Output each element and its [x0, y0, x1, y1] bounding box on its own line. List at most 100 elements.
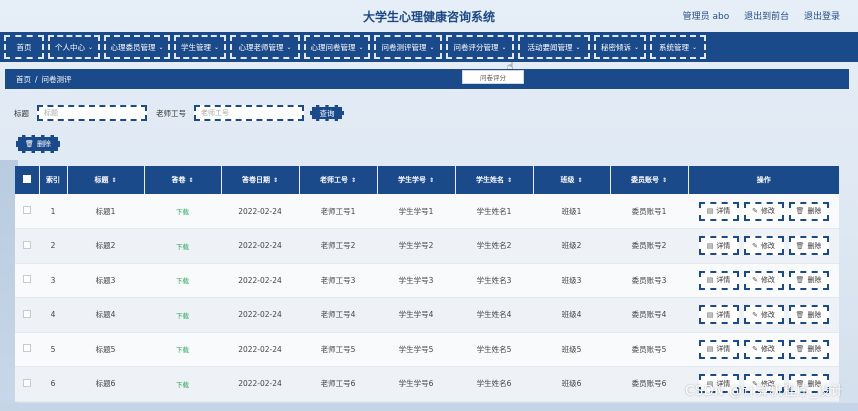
edit-button[interactable]: ✎ 修改 [743, 305, 784, 325]
sort-icon[interactable]: ⇕ [507, 177, 512, 184]
filter-bar: 标题 标题 老师工号 老师工号 查询 [14, 104, 344, 122]
delete-label: 删除 [807, 310, 822, 319]
select-all-checkbox[interactable] [15, 166, 40, 194]
download-link[interactable]: 下载 [176, 312, 189, 320]
row-checkbox[interactable] [23, 275, 31, 284]
delete-label: 删除 [807, 345, 822, 354]
row-checkbox-cell[interactable] [15, 366, 39, 402]
row-checkbox[interactable] [23, 206, 31, 214]
nav-item-profile[interactable]: 个人中心 ⌄ [48, 35, 100, 59]
edit-button[interactable]: ✎ 修改 [743, 201, 784, 221]
edit-button[interactable]: ✎ 修改 [743, 236, 784, 256]
sort-icon[interactable]: ⇕ [273, 177, 278, 184]
detail-button[interactable]: ▤ 详情 [698, 339, 739, 359]
col-label: 学生学号 [397, 176, 426, 184]
cell-actions: ▤ 详情 ✎ 修改 🗑 删除 [688, 263, 839, 298]
delete-button[interactable]: 🗑 删除 [788, 270, 829, 290]
detail-button[interactable]: ▤ 详情 [698, 305, 739, 325]
download-link[interactable]: 下载 [176, 277, 189, 285]
pencil-icon: ✎ [752, 310, 758, 319]
pencil-icon: ✎ [752, 276, 758, 285]
row-checkbox[interactable] [23, 344, 31, 353]
cell-answer: 下载 [144, 332, 221, 367]
row-actions: ▤ 详情 ✎ 修改 🗑 删除 [688, 201, 839, 221]
col-teacher[interactable]: 老师工号 ⇕ [299, 166, 378, 194]
nav-item-teachers[interactable]: 心理老师管理 ⌄ [230, 35, 300, 59]
title-search-input[interactable]: 标题 [37, 105, 147, 121]
col-class[interactable]: 班级 ⇕ [533, 166, 611, 194]
row-checkbox[interactable] [23, 378, 31, 387]
sort-icon[interactable]: ⇕ [577, 177, 582, 184]
edit-label: 修改 [760, 207, 775, 215]
document-icon: ▤ [706, 276, 714, 285]
checkbox[interactable] [22, 175, 31, 183]
sort-icon[interactable]: ⇕ [351, 177, 356, 184]
row-checkbox-cell[interactable] [15, 297, 39, 333]
main-nav: 首页 个人中心 ⌄ 心理委员管理 ⌄ 学生管理 ⌄ 心理老师管理 ⌄ 心理问卷管理 ⌄ 问… [0, 32, 858, 62]
delete-label: 删除 [807, 207, 822, 215]
back-to-front-link[interactable]: 退出到前台 [744, 12, 789, 22]
edit-button[interactable]: ✎ 修改 [743, 339, 784, 359]
nav-item-assessments[interactable]: 问卷测评管理 ⌄ [374, 35, 442, 59]
cell-index: 2 [39, 228, 67, 264]
col-student-id[interactable]: 学生学号 ⇕ [377, 166, 456, 194]
pencil-icon: ✎ [752, 345, 758, 354]
data-table: 索引 标题 ⇕ 答卷 ⇕ 答卷日期 ⇕ 老师工号 ⇕ 学生学号 ⇕ 学生姓名 ⇕ 班级 ⇕ 委… [15, 166, 839, 402]
row-checkbox-cell[interactable] [15, 332, 39, 367]
row-checkbox-cell[interactable] [15, 194, 39, 229]
nav-item-students[interactable]: 学生管理 ⌄ [174, 35, 226, 59]
download-link[interactable]: 下载 [176, 208, 189, 216]
detail-label: 详情 [716, 241, 731, 250]
nav-item-committee[interactable]: 心理委员管理 ⌄ [104, 35, 170, 59]
sort-icon[interactable]: ⇕ [429, 177, 434, 184]
delete-button[interactable]: 🗑 删除 [788, 236, 829, 256]
download-link[interactable]: 下载 [176, 243, 189, 251]
nav-item-scoring[interactable]: 问卷评分管理 ⌄ [446, 35, 514, 59]
cell-teacher: 老师工号4 [299, 297, 377, 333]
col-committee[interactable]: 委员账号 ⇕ [610, 166, 689, 194]
teacher-search-input[interactable]: 老师工号 [194, 105, 304, 121]
chevron-down-icon: ⌄ [158, 43, 164, 51]
breadcrumb-home[interactable]: 首页 [16, 74, 31, 85]
trash-icon: 🗑 [25, 140, 34, 148]
row-actions: ▤ 详情 ✎ 修改 🗑 删除 [688, 236, 839, 256]
breadcrumb-current: 问卷测评 [41, 74, 72, 84]
col-title[interactable]: 标题 ⇕ [67, 166, 145, 194]
pencil-icon: ✎ [752, 207, 758, 215]
nav-item-news[interactable]: 活动要闻管理 ⌄ [518, 35, 590, 59]
row-checkbox-cell[interactable] [15, 263, 39, 298]
nav-item-system[interactable]: 系统管理 ⌄ [650, 35, 706, 59]
chevron-down-icon: ⌄ [501, 43, 507, 51]
nav-label: 活动要闻管理 [527, 42, 573, 52]
edit-label: 修改 [760, 310, 775, 319]
download-link[interactable]: 下载 [176, 346, 189, 354]
row-checkbox[interactable] [23, 240, 31, 249]
nav-item-home[interactable]: 首页 [4, 35, 44, 59]
col-answer[interactable]: 答卷 ⇕ [144, 166, 222, 194]
batch-delete-button[interactable]: 🗑 删除 [16, 135, 60, 153]
delete-button[interactable]: 🗑 删除 [788, 339, 829, 359]
sort-icon[interactable]: ⇕ [188, 177, 193, 184]
nav-label: 心理问卷管理 [310, 42, 356, 52]
detail-button[interactable]: ▤ 详情 [698, 201, 739, 221]
download-link[interactable]: 下载 [176, 381, 189, 389]
edit-button[interactable]: ✎ 修改 [743, 270, 784, 290]
col-student-name[interactable]: 学生姓名 ⇕ [455, 166, 534, 194]
col-date[interactable]: 答卷日期 ⇕ [221, 166, 300, 194]
delete-button[interactable]: 🗑 删除 [788, 201, 829, 221]
sort-icon[interactable]: ⇕ [111, 177, 116, 184]
logout-link[interactable]: 退出登录 [804, 12, 840, 22]
detail-button[interactable]: ▤ 详情 [698, 270, 739, 290]
nav-item-confide[interactable]: 秘密倾诉 ⌄ [594, 35, 646, 59]
search-button[interactable]: 查询 [310, 105, 344, 121]
cell-index: 5 [39, 332, 67, 367]
cell-student-id: 学生学号3 [377, 263, 455, 298]
row-checkbox-cell[interactable] [15, 228, 39, 264]
nav-item-questionnaires[interactable]: 心理问卷管理 ⌄ [304, 35, 370, 59]
cell-student-name: 学生姓名6 [455, 366, 533, 402]
detail-button[interactable]: ▤ 详情 [698, 236, 739, 256]
delete-button[interactable]: 🗑 删除 [788, 305, 829, 325]
dropdown-menu-item[interactable]: 问卷评分 [462, 70, 524, 84]
row-checkbox[interactable] [23, 309, 31, 318]
sort-icon[interactable]: ⇕ [662, 177, 667, 184]
